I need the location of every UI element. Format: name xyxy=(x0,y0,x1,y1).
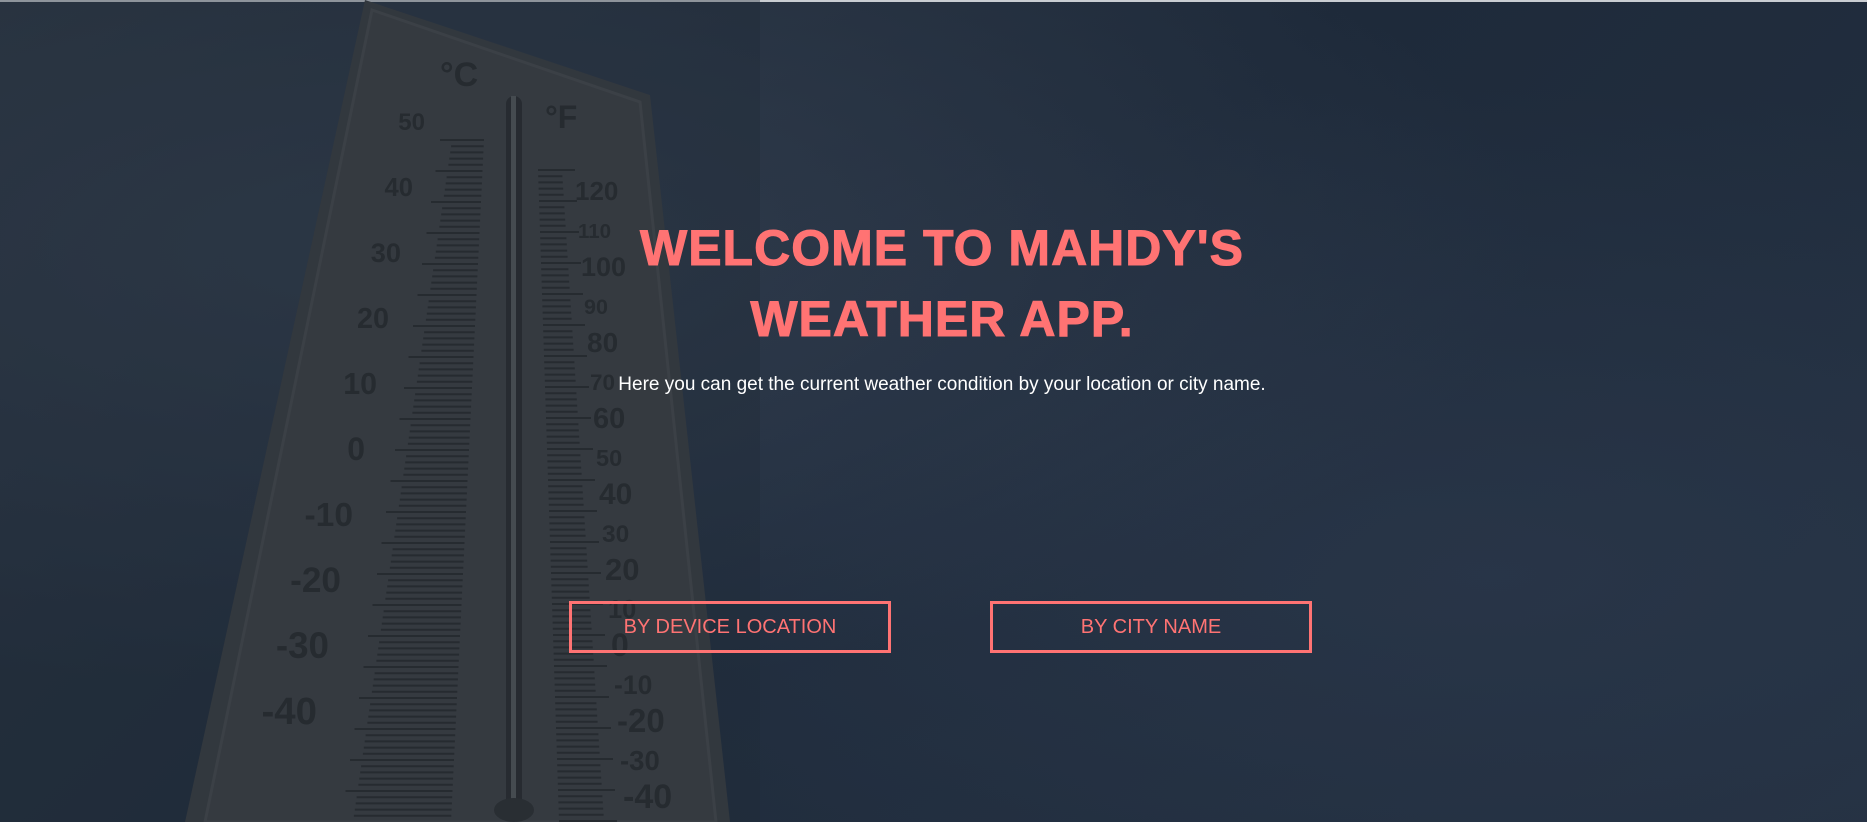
by-city-name-button[interactable]: BY CITY NAME xyxy=(990,601,1312,653)
weather-app-landing-page: °C °F 50 40 30 20 10 0 -10 -20 -30 -40 120 110 100 9… xyxy=(0,0,1867,822)
page-subtitle: Here you can get the current weather con… xyxy=(618,374,1266,395)
hero-section: WELCOME TO MAHDY'S WEATHER APP. Here you… xyxy=(0,0,1867,822)
by-device-location-button[interactable]: BY DEVICE LOCATION xyxy=(569,601,891,653)
page-title: WELCOME TO MAHDY'S WEATHER APP. xyxy=(640,220,1244,348)
